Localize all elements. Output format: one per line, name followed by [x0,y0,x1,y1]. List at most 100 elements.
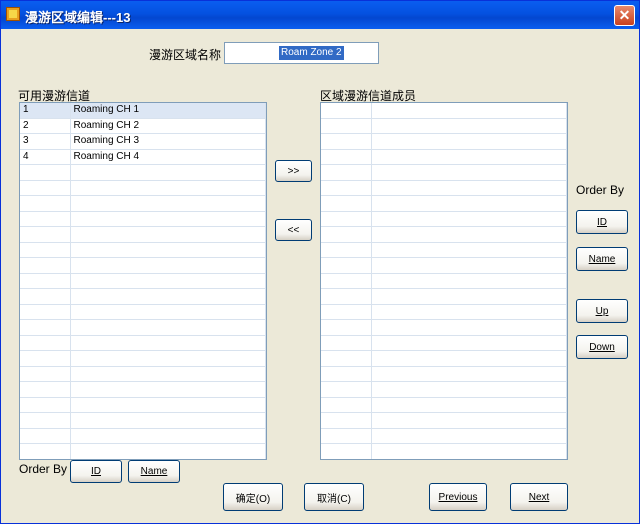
channel-id-cell [20,211,71,227]
table-row[interactable] [321,335,567,351]
table-row[interactable] [20,428,266,444]
channel-id-cell [321,381,372,398]
table-row[interactable] [321,350,567,367]
channel-name-cell [371,211,567,227]
table-row[interactable] [321,118,567,134]
channel-id-cell [321,257,372,274]
window-title: 漫游区域编辑---13 [25,10,131,25]
table-row[interactable] [321,226,567,243]
table-row[interactable] [321,211,567,227]
table-row[interactable] [321,319,567,336]
channel-name-cell [70,211,266,227]
channel-id-cell [20,443,71,459]
table-row[interactable] [321,428,567,444]
table-row[interactable] [321,149,567,165]
table-row[interactable] [20,211,266,227]
channel-name-cell: Roaming CH 1 [70,103,266,119]
channel-name-cell [70,319,266,336]
table-row[interactable] [20,381,266,398]
table-row[interactable] [20,397,266,413]
table-row[interactable] [321,103,567,119]
channel-name-cell [70,304,266,320]
table-row[interactable] [321,164,567,181]
channel-name-cell [70,443,266,459]
table-row[interactable] [321,242,567,258]
channel-id-cell [321,242,372,258]
remove-from-zone-button[interactable]: << [275,219,312,241]
ok-button[interactable]: 确定(O) [223,483,283,511]
table-row[interactable]: 4 Roaming CH 4 [20,149,266,165]
channel-name-cell [371,164,567,181]
channel-name-cell [371,133,567,150]
channel-name-cell [371,350,567,367]
right-order-name-button[interactable]: Name [576,247,628,271]
channel-id-cell [20,381,71,398]
table-row[interactable]: 3 Roaming CH 3 [20,133,266,150]
available-channels-list[interactable]: 1 Roaming CH 1 2 Roaming CH 2 3 Roaming CH 34… [19,102,267,460]
table-row[interactable] [321,180,567,196]
move-down-button[interactable]: Down [576,335,628,359]
channel-id-cell [20,428,71,444]
channel-name-cell [70,288,266,305]
channel-id-cell [321,397,372,413]
table-row[interactable] [20,257,266,274]
table-row[interactable] [20,226,266,243]
left-order-name-button[interactable]: Name [128,460,180,483]
channel-name-cell [70,164,266,181]
table-row[interactable] [20,164,266,181]
table-row[interactable] [321,133,567,150]
channel-id-cell [20,242,71,258]
channel-id-cell [321,412,372,429]
zone-name-input[interactable]: Roam Zone 2 [224,42,379,64]
table-row[interactable] [321,288,567,305]
table-row[interactable] [321,304,567,320]
table-row[interactable] [321,273,567,289]
channel-id-cell [321,211,372,227]
table-row[interactable] [321,381,567,398]
channel-name-cell [70,428,266,444]
move-up-button[interactable]: Up [576,299,628,323]
table-row[interactable] [20,366,266,382]
zone-members-list[interactable] [320,102,568,460]
table-row[interactable] [20,335,266,351]
table-row[interactable] [20,350,266,367]
channel-id-cell: 1 [20,103,71,119]
table-row[interactable] [20,443,266,459]
channel-name-cell [371,257,567,274]
table-row[interactable] [321,257,567,274]
channel-id-cell [20,350,71,367]
table-row[interactable] [20,180,266,196]
channel-id-cell [321,118,372,134]
table-row[interactable] [20,319,266,336]
table-row[interactable] [20,304,266,320]
channel-id-cell [20,304,71,320]
channel-id-cell [20,195,71,212]
channel-id-cell [321,366,372,382]
table-row[interactable] [321,397,567,413]
right-order-id-button[interactable]: ID [576,210,628,234]
table-row[interactable] [20,412,266,429]
table-row[interactable]: 2 Roaming CH 2 [20,118,266,134]
table-row[interactable] [321,412,567,429]
previous-button[interactable]: Previous [429,483,487,511]
add-to-zone-button[interactable]: >> [275,160,312,182]
cancel-button[interactable]: 取消(C) [304,483,364,511]
table-row[interactable] [20,273,266,289]
channel-name-cell [371,226,567,243]
table-row[interactable] [321,195,567,212]
close-button[interactable]: ✕ [614,5,635,26]
title-bar[interactable]: 漫游区域编辑---13 ✕ [1,1,639,29]
channel-id-cell [321,103,372,119]
next-button[interactable]: Next [510,483,568,511]
channel-id-cell [20,335,71,351]
table-row[interactable] [20,288,266,305]
table-row[interactable]: 1 Roaming CH 1 [20,103,266,119]
table-row[interactable] [20,242,266,258]
channel-id-cell [20,319,71,336]
left-order-id-button[interactable]: ID [70,460,122,483]
channel-name-cell [371,443,567,459]
table-row[interactable] [321,443,567,459]
channel-name-cell [371,366,567,382]
table-row[interactable] [321,366,567,382]
table-row[interactable] [20,195,266,212]
